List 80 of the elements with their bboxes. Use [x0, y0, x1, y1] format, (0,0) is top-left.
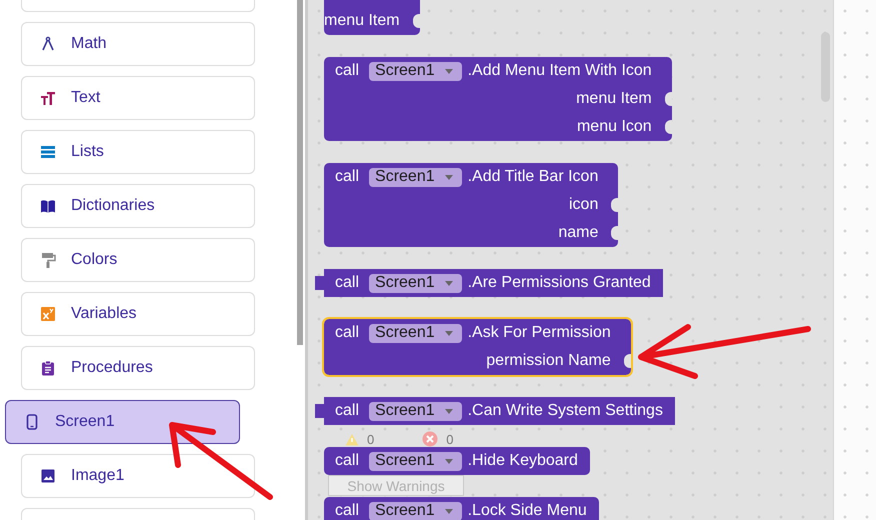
item-label: Procedures: [71, 359, 153, 377]
method-name: .Lock Side Menu: [468, 502, 587, 520]
component-dropdown[interactable]: Screen1: [369, 274, 462, 292]
caret-icon: [444, 330, 453, 336]
method-name: .Ask For Permission: [468, 324, 611, 342]
warning-count: 0: [367, 432, 374, 446]
sidebar-item[interactable]: Image1: [21, 454, 255, 498]
input-socket: [611, 198, 618, 212]
block-keyword: call: [335, 274, 360, 292]
code-block[interactable]: call Screen1 .Are Permissions Granted: [315, 269, 663, 297]
sidebar-item[interactable]: Text: [21, 76, 255, 120]
component-dropdown[interactable]: Screen1: [369, 324, 462, 342]
item-label: Dictionaries: [71, 197, 155, 215]
input-label: icon: [568, 196, 598, 214]
block-keyword: call: [335, 452, 360, 470]
input-socket: [611, 226, 618, 240]
caret-icon: [444, 174, 453, 180]
code-block[interactable]: call Screen1 .Add Menu Item With Icon menu Item menu Icon: [324, 57, 672, 141]
block-keyword: call: [335, 168, 360, 186]
warning-icon: [345, 432, 359, 446]
method-name: .Add Menu Item With Icon: [468, 62, 652, 80]
caret-icon: [444, 280, 453, 286]
item-label: Colors: [71, 251, 118, 269]
variable-icon: [40, 306, 56, 322]
error-count: 0: [446, 432, 454, 446]
item-label: Screen1: [55, 413, 115, 431]
block-keyword: call: [335, 502, 360, 520]
sidebar-item[interactable]: Variables: [21, 292, 255, 336]
code-block[interactable]: call Screen1 .Can Write System Settings: [315, 397, 675, 425]
item-label: Text: [71, 89, 100, 107]
input-label: menu Item: [576, 90, 652, 108]
block-keyword: call: [335, 402, 360, 420]
input-socket: [412, 14, 420, 28]
method-name: .Add Title Bar Icon: [468, 168, 598, 186]
code-block[interactable]: call Screen1 .Lock Side Menu: [324, 497, 599, 520]
clipboard-icon: [40, 360, 56, 376]
caret-icon: [444, 508, 453, 514]
method-name: .Can Write System Settings: [468, 402, 663, 420]
sidebar-item[interactable]: Colors: [21, 238, 255, 282]
code-block[interactable]: call Screen1 .Hide Keyboard: [324, 447, 590, 475]
input-label: menu Icon: [576, 118, 652, 136]
paint-roller-icon: [40, 252, 56, 268]
input-label: name: [558, 224, 598, 242]
input-socket: [664, 92, 672, 106]
scrollbar-thumb[interactable]: [297, 0, 303, 345]
sidebar-item[interactable]: Dictionaries: [21, 184, 255, 228]
sidebar-item[interactable]: Procedures: [21, 346, 255, 390]
picture-icon: [40, 468, 56, 484]
error-icon: [422, 431, 438, 447]
input-label: menu Item: [324, 12, 400, 30]
caret-icon: [444, 408, 453, 414]
phone-icon: [24, 414, 40, 430]
method-name: .Hide Keyboard: [468, 452, 578, 470]
code-block[interactable]: menu Item: [324, 0, 420, 35]
caret-icon: [444, 68, 453, 74]
code-block[interactable]: call Screen1 .Ask For Permission permission Name: [324, 319, 631, 375]
sidebar-item[interactable]: Lists: [21, 130, 255, 174]
component-dropdown[interactable]: Screen1: [369, 502, 462, 520]
compass-icon: [40, 36, 56, 52]
book-icon: [40, 198, 56, 214]
input-label: permission Name: [486, 352, 611, 370]
item-label: Variables: [71, 305, 137, 323]
item-label: Math: [71, 35, 107, 53]
input-socket: [624, 354, 631, 368]
caret-icon: [444, 458, 453, 464]
sidebar-item[interactable]: Math: [21, 22, 255, 66]
block-keyword: call: [335, 62, 360, 80]
component-dropdown[interactable]: Screen1: [369, 402, 462, 420]
item-label: Lists: [71, 143, 104, 161]
method-name: .Are Permissions Granted: [468, 274, 651, 292]
list-icon: [40, 144, 56, 160]
block-keyword: call: [335, 324, 360, 342]
input-socket: [664, 120, 672, 134]
component-dropdown[interactable]: Screen1: [369, 62, 462, 80]
component-dropdown[interactable]: Screen1: [369, 168, 462, 186]
component-dropdown[interactable]: Screen1: [369, 452, 462, 470]
code-block[interactable]: call Screen1 .Add Title Bar Icon icon name: [324, 163, 618, 247]
sidebar-item[interactable]: Screen1: [5, 400, 240, 444]
item-label: Image1: [71, 467, 124, 485]
text-size-icon: [40, 90, 56, 106]
